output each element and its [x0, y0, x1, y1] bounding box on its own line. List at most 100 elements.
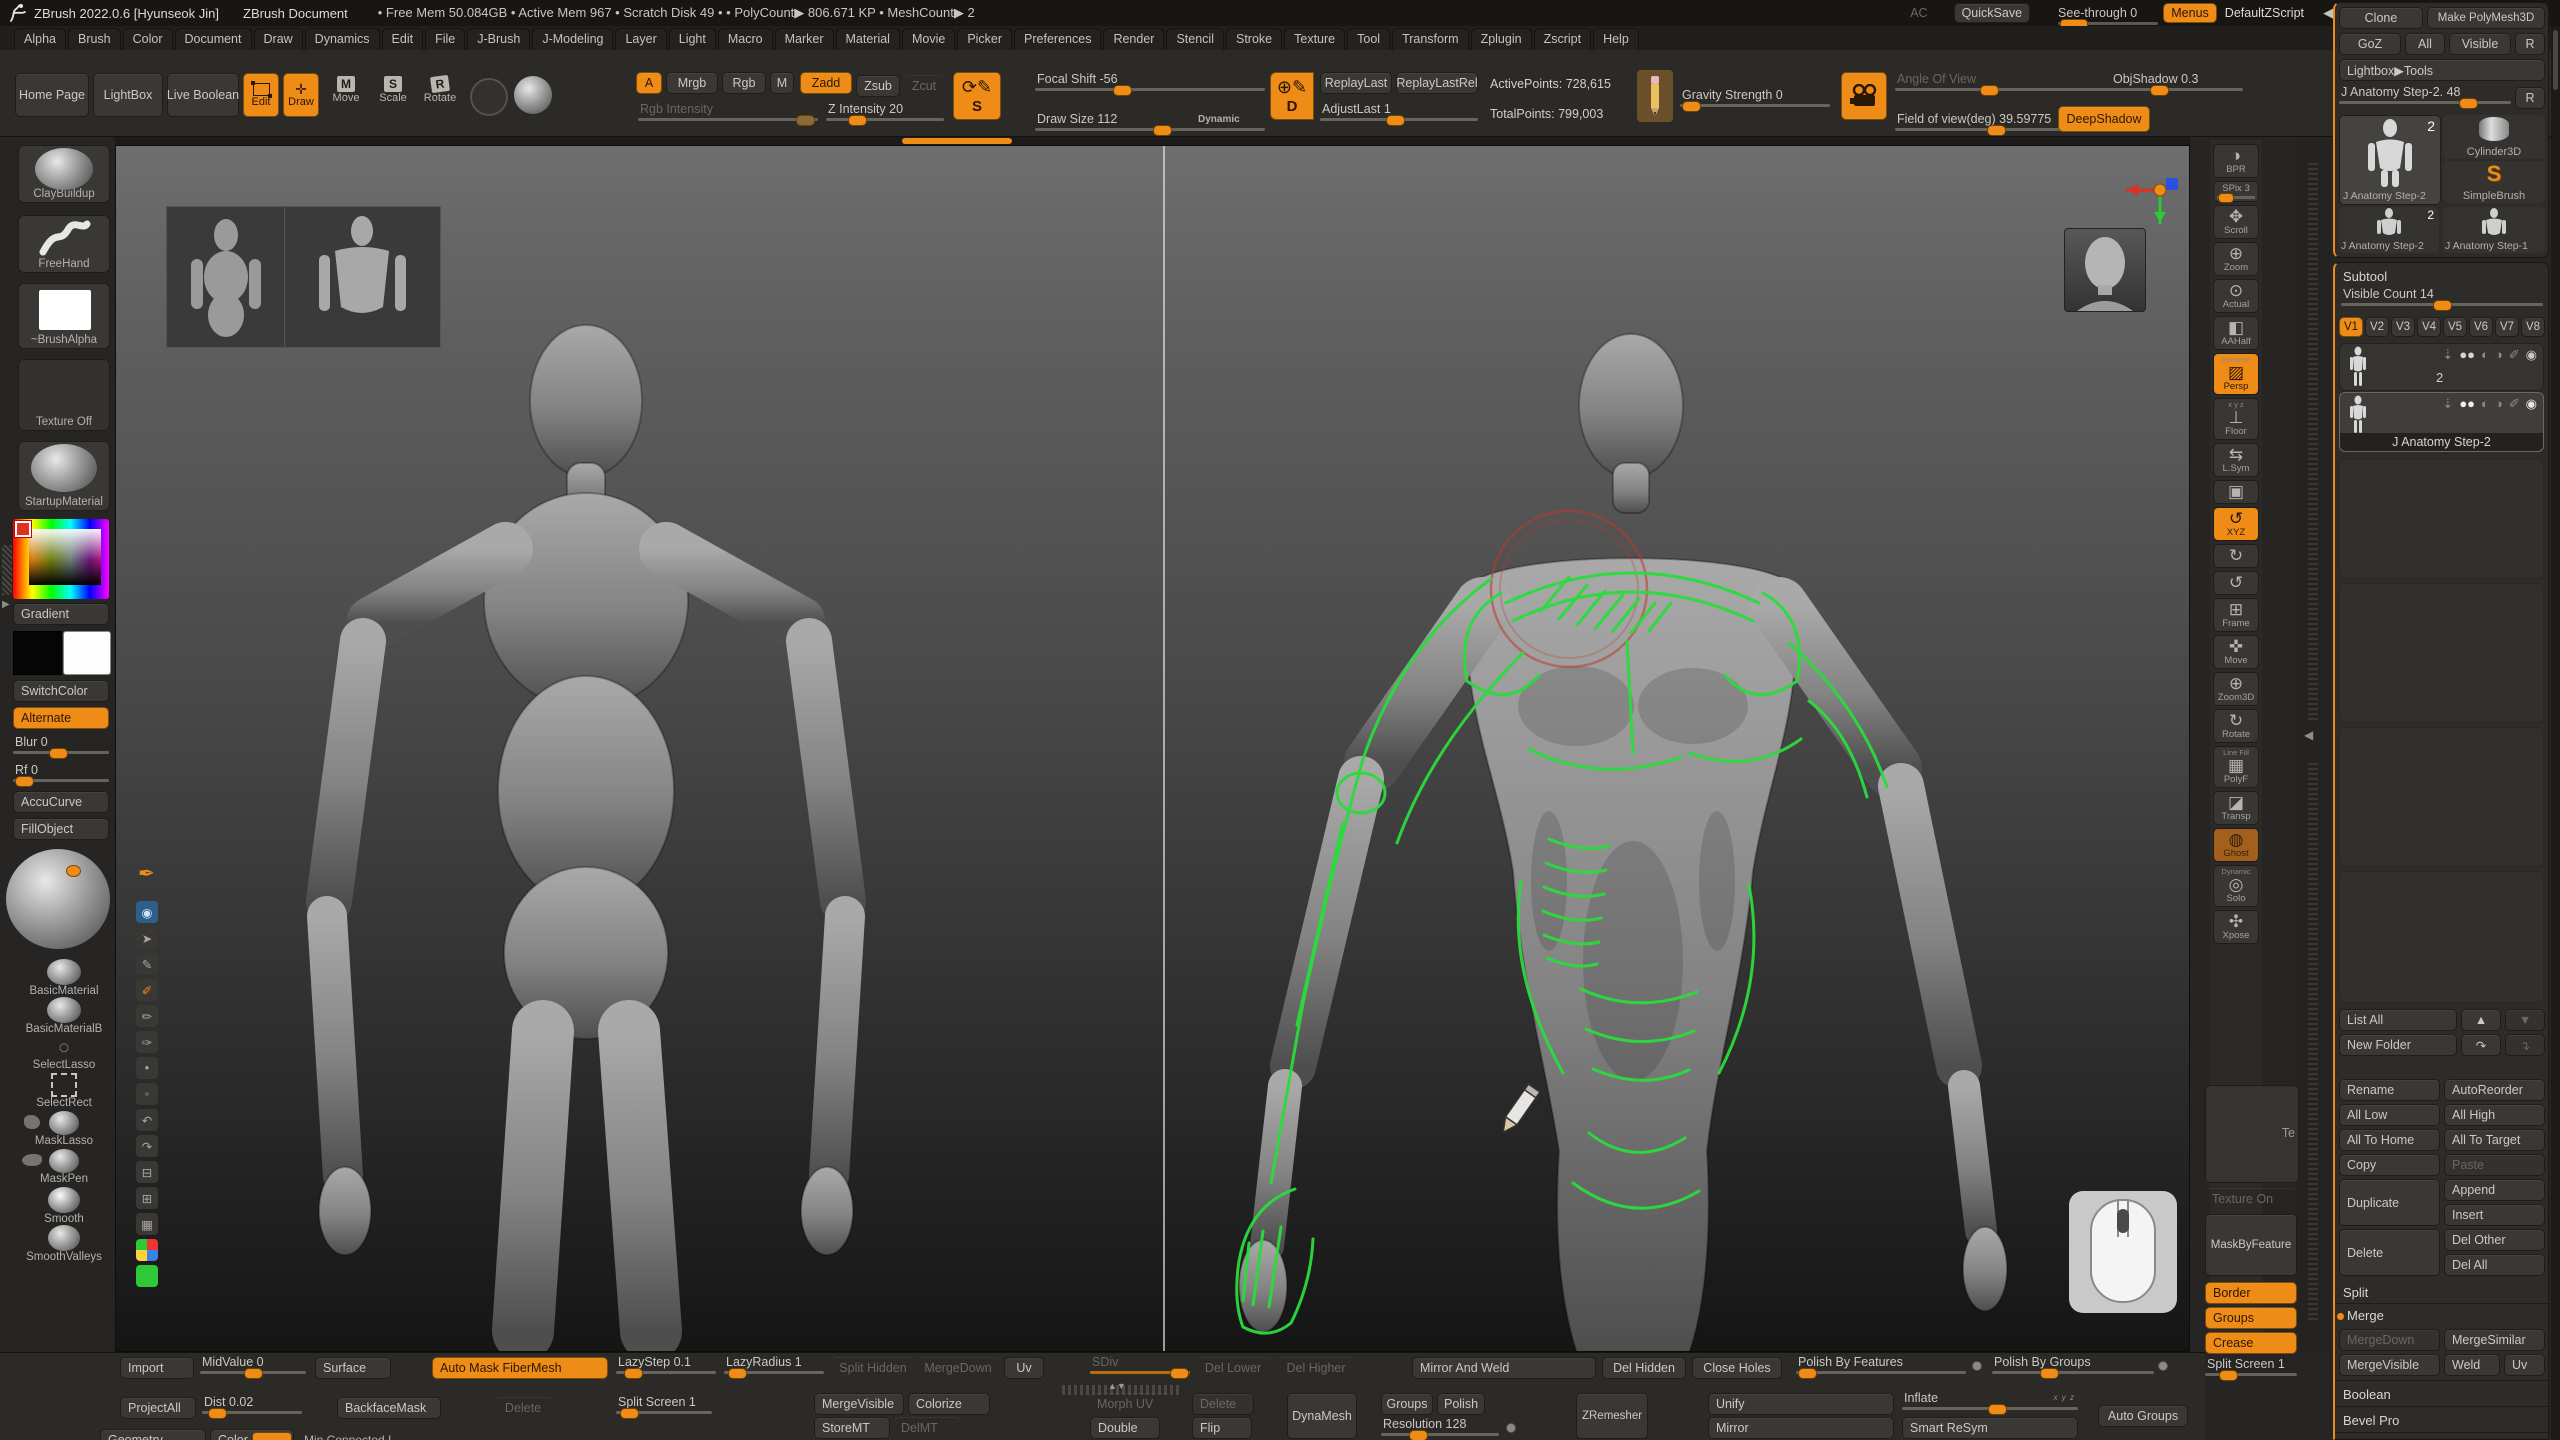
make-polymesh3d-button[interactable]: Make PolyMesh3D	[2427, 7, 2545, 29]
visibility-eye-icon[interactable]: ◉	[2526, 396, 2537, 412]
rename-button[interactable]: Rename	[2339, 1079, 2440, 1101]
tool-item-simplebrush[interactable]: S SimpleBrush	[2443, 161, 2545, 203]
surface-button[interactable]: Surface	[315, 1357, 391, 1379]
axis-gizmo[interactable]	[2116, 174, 2180, 234]
del-other-button[interactable]: Del Other	[2444, 1229, 2545, 1251]
menu-item[interactable]: Picker	[957, 28, 1012, 50]
mergevisible-button[interactable]: MergeVisible	[2339, 1354, 2440, 1376]
subtool-header[interactable]: Subtool	[2343, 269, 2387, 284]
rgb-button[interactable]: Rgb	[722, 72, 766, 94]
default-zscript-button[interactable]: DefaultZScript	[2225, 6, 2304, 20]
paste-button[interactable]: Paste	[2444, 1154, 2545, 1176]
channel-a-button[interactable]: A	[636, 72, 662, 94]
border-button[interactable]: Border	[2205, 1282, 2297, 1304]
polish-features-dot[interactable]	[1972, 1361, 1982, 1371]
menu-item[interactable]: Dynamics	[305, 28, 380, 50]
list-all-button[interactable]: List All	[2339, 1009, 2457, 1031]
lazyradius-slider[interactable]: LazyRadius 1	[724, 1355, 824, 1374]
mergedown-button-b[interactable]: MergeDown	[918, 1357, 998, 1379]
mirror-and-weld-button[interactable]: Mirror And Weld	[1412, 1357, 1596, 1379]
storemt-button[interactable]: StoreMT	[814, 1417, 890, 1439]
m-button[interactable]: M	[770, 72, 794, 94]
groups-button[interactable]: Groups	[2205, 1307, 2297, 1329]
shelf-button-scroll[interactable]: ✥ Scroll	[2213, 205, 2259, 239]
menu-item[interactable]: Help	[1593, 28, 1639, 50]
menu-item[interactable]: Light	[669, 28, 716, 50]
all-to-target-button[interactable]: All To Target	[2444, 1129, 2545, 1151]
del-hidden-button[interactable]: Del Hidden	[1602, 1357, 1686, 1379]
menu-item[interactable]: Tool	[1347, 28, 1390, 50]
rf-slider[interactable]: Rf 0	[13, 763, 109, 782]
menu-item[interactable]: Texture	[1284, 28, 1345, 50]
mask-by-feature-button[interactable]: MaskByFeature	[2205, 1214, 2297, 1276]
material-swatch[interactable]	[514, 76, 552, 114]
accucurve-button[interactable]: AccuCurve	[13, 791, 109, 813]
collapse-arrow-icon[interactable]: ⇣	[2442, 347, 2453, 363]
groups-button-b[interactable]: Groups	[1381, 1393, 1433, 1415]
panel-divider[interactable]: ◀	[2296, 140, 2330, 1352]
append-button[interactable]: Append	[2444, 1179, 2545, 1201]
uv-button[interactable]: Uv	[2504, 1354, 2545, 1376]
tray-collapse-arrow[interactable]: ▶	[2, 599, 10, 610]
secondary-color-swatch[interactable]	[63, 631, 111, 675]
pen-tool-icon[interactable]: ✎	[136, 953, 158, 975]
polypaint-colorize-icon[interactable]: ●●	[2459, 396, 2475, 412]
deep-shadow-button[interactable]: DeepShadow	[2058, 106, 2150, 132]
split-screen-slider-side[interactable]: Split Screen 1	[2205, 1357, 2297, 1376]
pointer-tool-icon[interactable]: ➤	[136, 927, 158, 949]
replay-last-button[interactable]: ReplayLast	[1320, 72, 1392, 94]
r-button-2[interactable]: R	[2515, 87, 2545, 109]
shelf-button-solo[interactable]: Dynamic ◎ Solo	[2213, 865, 2259, 907]
mergedown-button[interactable]: MergeDown	[2339, 1329, 2440, 1351]
grid-icon[interactable]: ▦	[136, 1213, 158, 1235]
gradient-button[interactable]: Gradient	[13, 603, 109, 625]
switchcolor-button[interactable]: SwitchColor	[13, 680, 109, 702]
menu-item[interactable]: Stencil	[1166, 28, 1224, 50]
brush-item-smooth[interactable]: Smooth	[18, 1187, 110, 1226]
tool-item-anatomy1[interactable]: J Anatomy Step-1	[2443, 207, 2545, 253]
boolean-section-header[interactable]: Boolean	[2343, 1387, 2391, 1402]
menu-item[interactable]: J-Brush	[467, 28, 530, 50]
brush-item-masklasso[interactable]: MaskLasso	[18, 1111, 110, 1148]
rgb-intensity-slider[interactable]: Rgb Intensity	[638, 102, 818, 121]
z-intensity-slider[interactable]: Z Intensity 20	[826, 102, 944, 121]
menu-item[interactable]: Render	[1103, 28, 1164, 50]
delete-button-b[interactable]: Delete	[493, 1397, 553, 1419]
move-up-button[interactable]: ▲	[2461, 1009, 2501, 1031]
zadd-button[interactable]: Zadd	[800, 72, 852, 94]
menu-item[interactable]: Preferences	[1014, 28, 1101, 50]
version-tab[interactable]: V1	[2339, 317, 2363, 337]
material-thumbnail-startup[interactable]: StartupMaterial	[18, 441, 110, 511]
tool-item-cylinder3d[interactable]: Cylinder3D	[2443, 115, 2545, 159]
del-all-button[interactable]: Del All	[2444, 1254, 2545, 1276]
flip-button[interactable]: Flip	[1192, 1417, 1252, 1439]
texture-off-thumbnail[interactable]: Texture Off	[18, 359, 110, 431]
color-swatch-orange[interactable]	[252, 1432, 292, 1440]
menu-item[interactable]: File	[425, 28, 465, 50]
shelf-button-transp[interactable]: ◪ Transp	[2213, 791, 2259, 825]
blur-slider[interactable]: Blur 0	[13, 735, 109, 754]
tool-item-anatomy2[interactable]: 2 J Anatomy Step-2	[2339, 207, 2439, 253]
bevel-pro-section-header[interactable]: Bevel Pro	[2343, 1413, 2399, 1428]
brush-item-smoothvalleys[interactable]: SmoothValleys	[18, 1225, 110, 1264]
mergesimilar-button[interactable]: MergeSimilar	[2444, 1329, 2545, 1351]
merge-section-header[interactable]: Merge	[2347, 1308, 2384, 1323]
menu-item[interactable]: Alpha	[14, 28, 66, 50]
shelf-button-floor[interactable]: x y z ⊥ Floor	[2213, 398, 2259, 440]
double-button[interactable]: Double	[1090, 1417, 1160, 1439]
polish-button[interactable]: Polish	[1437, 1393, 1485, 1415]
redo-icon[interactable]: ↷	[136, 1135, 158, 1157]
paint-brush-icon[interactable]: ✐	[2509, 347, 2520, 363]
polypaint-shaded-icon[interactable]: ◐	[2481, 347, 2489, 363]
menu-item[interactable]: Zscript	[1534, 28, 1592, 50]
shelf-button-lock[interactable]: ▣	[2213, 480, 2259, 504]
shelf-button-rotate[interactable]: ↻ Rotate	[2213, 709, 2259, 743]
auto-mask-fibermesh-button[interactable]: Auto Mask FiberMesh	[432, 1357, 608, 1379]
split-section-header[interactable]: Split	[2343, 1285, 2368, 1300]
shelf-button-xpose[interactable]: ✣ Xpose	[2213, 910, 2259, 944]
menu-item[interactable]: Movie	[902, 28, 955, 50]
paint-brush-icon[interactable]: ✐	[2509, 396, 2520, 412]
version-tab[interactable]: V6	[2469, 317, 2493, 337]
r-button-1[interactable]: R	[2515, 33, 2545, 55]
goz-button[interactable]: GoZ	[2339, 33, 2401, 55]
